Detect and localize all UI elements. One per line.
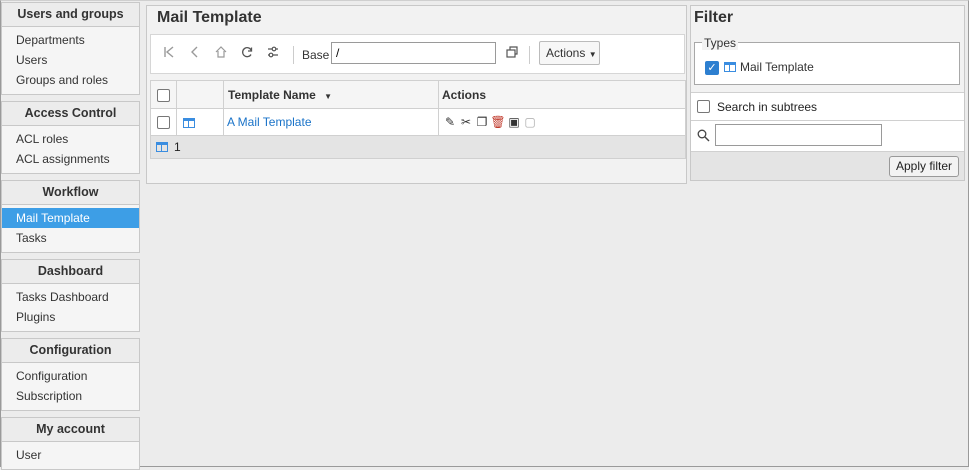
back-icon[interactable] xyxy=(186,45,204,63)
table-header-row: Template Name ▼ Actions xyxy=(150,80,686,109)
sidebar-item-mail-template[interactable]: Mail Template xyxy=(2,208,139,228)
actions-dropdown-button[interactable]: Actions ▼ xyxy=(539,41,600,65)
sidebar-item-acl-roles[interactable]: ACL roles xyxy=(2,129,139,149)
sidebar-group-title: Workflow xyxy=(2,181,139,205)
table-footer: 1 xyxy=(150,136,686,159)
sidebar-item-groups-and-roles[interactable]: Groups and roles xyxy=(2,70,139,90)
mail-template-icon xyxy=(724,62,736,72)
sidebar: Users and groups Departments Users Group… xyxy=(1,2,140,470)
sidebar-group-title: Access Control xyxy=(2,102,139,126)
base-input[interactable] xyxy=(331,42,496,64)
sidebar-item-user[interactable]: User xyxy=(2,445,139,465)
types-legend: Types xyxy=(702,36,739,50)
template-name-link[interactable]: A Mail Template xyxy=(227,115,312,129)
select-all-cell xyxy=(150,80,177,109)
apply-filter-button[interactable]: Apply filter xyxy=(889,156,959,177)
copy-icon[interactable]: ❐ xyxy=(474,115,490,129)
sidebar-group-configuration: Configuration Configuration Subscription xyxy=(1,338,140,411)
toolbar-separator xyxy=(529,46,530,64)
sidebar-group-title: Configuration xyxy=(2,339,139,363)
actions-label: Actions xyxy=(546,46,586,60)
search-row xyxy=(691,121,964,152)
cut-icon[interactable]: ✂ xyxy=(458,115,474,129)
sidebar-group-my-account: My account User xyxy=(1,417,140,470)
sidebar-item-plugins[interactable]: Plugins xyxy=(2,307,139,327)
sidebar-item-subscription[interactable]: Subscription xyxy=(2,386,139,406)
home-icon[interactable] xyxy=(212,45,230,63)
delete-icon[interactable]: 🗑 xyxy=(490,115,506,129)
page-title: Mail Template xyxy=(157,9,262,26)
search-subtrees-label: Search in subtrees xyxy=(717,100,818,114)
main-panel: Mail Template Base Actions ▼ xyxy=(146,5,687,184)
toolbar-separator xyxy=(293,46,294,64)
save-icon[interactable]: ▣ xyxy=(506,115,522,129)
paste-icon[interactable]: ▢ xyxy=(522,115,538,129)
sidebar-item-users[interactable]: Users xyxy=(2,50,139,70)
table-row[interactable]: A Mail Template ✎ ✂ ❐ 🗑 ▣ ▢ xyxy=(150,108,686,136)
type-mail-template-checkbox[interactable]: ✓ xyxy=(705,61,719,75)
refresh-icon[interactable] xyxy=(238,45,256,63)
sidebar-group-users-and-groups: Users and groups Departments Users Group… xyxy=(1,2,140,95)
filter-panel: Filter ✓ Mail Template Types Search in s… xyxy=(690,5,965,181)
select-all-checkbox[interactable] xyxy=(157,88,170,102)
chevron-down-icon: ▼ xyxy=(588,50,597,59)
sidebar-item-acl-assignments[interactable]: ACL assignments xyxy=(2,149,139,169)
base-label: Base xyxy=(302,48,330,62)
icon-column-header xyxy=(176,80,224,109)
sidebar-item-departments[interactable]: Departments xyxy=(2,30,139,50)
edit-icon[interactable]: ✎ xyxy=(442,115,458,129)
sidebar-group-workflow: Workflow Mail Template Tasks xyxy=(1,180,140,253)
mail-template-icon xyxy=(183,117,195,128)
template-name-column-header[interactable]: Template Name ▼ xyxy=(223,80,439,109)
toolbar: Base Actions ▼ xyxy=(150,34,685,74)
base-select-icon[interactable] xyxy=(503,45,521,63)
search-subtrees-checkbox[interactable] xyxy=(697,100,710,113)
sidebar-group-title: Users and groups xyxy=(2,3,139,27)
actions-column-header: Actions xyxy=(438,80,686,109)
row-count: 1 xyxy=(174,140,181,154)
sidebar-item-configuration[interactable]: Configuration xyxy=(2,366,139,386)
subtree-row: Search in subtrees xyxy=(691,92,964,121)
filter-search-input[interactable] xyxy=(715,124,882,146)
options-icon[interactable] xyxy=(264,45,282,63)
sidebar-item-tasks-dashboard[interactable]: Tasks Dashboard xyxy=(2,287,139,307)
sidebar-group-title: Dashboard xyxy=(2,260,139,284)
sidebar-group-access-control: Access Control ACL roles ACL assignments xyxy=(1,101,140,174)
sidebar-group-dashboard: Dashboard Tasks Dashboard Plugins xyxy=(1,259,140,332)
mail-template-icon xyxy=(156,142,168,152)
type-mail-template-label: Mail Template xyxy=(740,60,814,74)
row-checkbox[interactable] xyxy=(157,116,170,130)
search-icon xyxy=(697,129,710,145)
first-page-icon[interactable] xyxy=(160,45,178,63)
sort-desc-icon: ▼ xyxy=(324,91,333,101)
column-label: Template Name xyxy=(228,87,316,102)
filter-title: Filter xyxy=(694,9,734,26)
sidebar-item-tasks[interactable]: Tasks xyxy=(2,228,139,248)
sidebar-group-title: My account xyxy=(2,418,139,442)
